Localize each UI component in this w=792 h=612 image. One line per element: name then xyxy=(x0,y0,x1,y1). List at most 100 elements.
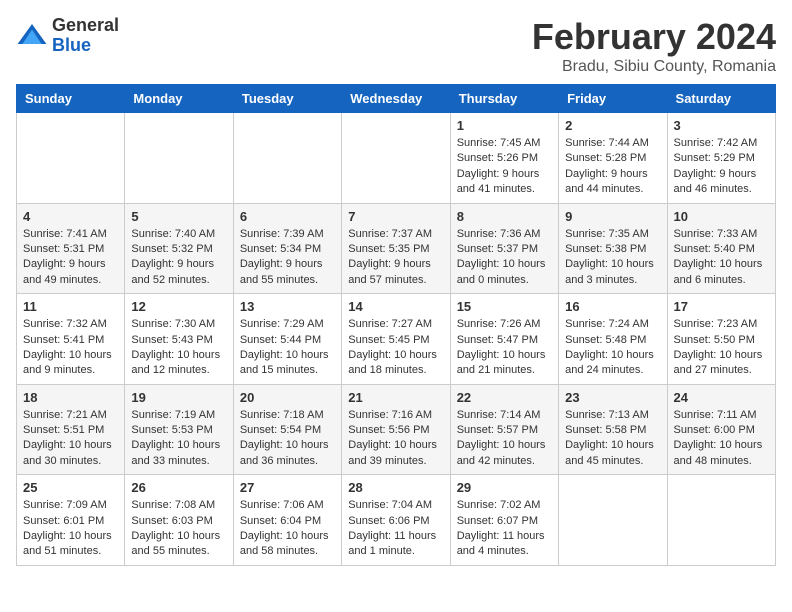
calendar-cell: 23Sunrise: 7:13 AM Sunset: 5:58 PM Dayli… xyxy=(559,384,667,475)
calendar-cell xyxy=(559,475,667,566)
day-number: 20 xyxy=(240,390,335,405)
calendar-header-tuesday: Tuesday xyxy=(233,85,341,113)
calendar-cell: 27 Sunrise: 7:06 AM Sunset: 6:04 PM Dayli… xyxy=(233,475,341,566)
day-number: 3 xyxy=(674,118,769,133)
logo-blue-text: Blue xyxy=(52,36,119,56)
day-number: 22 xyxy=(457,390,552,405)
calendar-cell: 5Sunrise: 7:40 AM Sunset: 5:32 PM Daylig… xyxy=(125,203,233,294)
day-info: Sunrise: 7:29 AM Sunset: 5:44 PM Dayligh… xyxy=(240,317,335,379)
calendar-header-sunday: Sunday xyxy=(17,85,125,113)
day-number: 28 xyxy=(348,480,443,495)
calendar-cell: 29Sunrise: 7:02 AM Sunset: 6:07 PM Dayli… xyxy=(450,475,558,566)
day-number: 23 xyxy=(565,390,660,405)
calendar-cell: 2 Sunrise: 7:44 AM Sunset: 5:28 PM Daylig… xyxy=(559,113,667,204)
location-title: Bradu, Sibiu County, Romania xyxy=(532,58,776,76)
day-info: Sunrise: 7:04 AM Sunset: 6:06 PM Dayligh… xyxy=(348,498,443,560)
header: General Blue February 2024 Bradu, Sibiu … xyxy=(16,16,776,76)
day-info: Sunrise: 7:06 AM Sunset: 6:04 PM Dayligh… xyxy=(240,498,335,560)
logo-text: General Blue xyxy=(52,16,119,56)
day-number: 21 xyxy=(348,390,443,405)
day-info: Sunrise: 7:39 AM Sunset: 5:34 PM Dayligh… xyxy=(240,227,335,289)
day-number: 1 xyxy=(457,118,552,133)
day-number: 18 xyxy=(23,390,118,405)
day-info: Sunrise: 7:42 AM Sunset: 5:29 PM Dayligh… xyxy=(674,136,769,198)
day-info: Sunrise: 7:32 AM Sunset: 5:41 PM Dayligh… xyxy=(23,317,118,379)
day-info: Sunrise: 7:11 AM Sunset: 6:00 PM Dayligh… xyxy=(674,408,769,470)
day-info: Sunrise: 7:36 AM Sunset: 5:37 PM Dayligh… xyxy=(457,227,552,289)
calendar-week-4: 18 Sunrise: 7:21 AM Sunset: 5:51 PM Dayli… xyxy=(17,384,776,475)
day-info: Sunrise: 7:37 AM Sunset: 5:35 PM Dayligh… xyxy=(348,227,443,289)
day-number: 19 xyxy=(131,390,226,405)
calendar-cell: 1 Sunrise: 7:45 AM Sunset: 5:26 PM Daylig… xyxy=(450,113,558,204)
day-info: Sunrise: 7:27 AM Sunset: 5:45 PM Dayligh… xyxy=(348,317,443,379)
logo-general-text: General xyxy=(52,16,119,36)
day-info: Sunrise: 7:45 AM Sunset: 5:26 PM Dayligh… xyxy=(457,136,552,198)
calendar-week-5: 25 Sunrise: 7:09 AM Sunset: 6:01 PM Dayli… xyxy=(17,475,776,566)
day-number: 16 xyxy=(565,299,660,314)
month-title: February 2024 xyxy=(532,16,776,58)
calendar-cell: 6Sunrise: 7:39 AM Sunset: 5:34 PM Daylig… xyxy=(233,203,341,294)
calendar-cell: 28 Sunrise: 7:04 AM Sunset: 6:06 PM Dayli… xyxy=(342,475,450,566)
title-area: February 2024 Bradu, Sibiu County, Roman… xyxy=(532,16,776,76)
calendar-cell: 21Sunrise: 7:16 AM Sunset: 5:56 PM Dayli… xyxy=(342,384,450,475)
calendar-week-2: 4 Sunrise: 7:41 AM Sunset: 5:31 PM Daylig… xyxy=(17,203,776,294)
calendar-cell: 10Sunrise: 7:33 AM Sunset: 5:40 PM Dayli… xyxy=(667,203,775,294)
day-number: 12 xyxy=(131,299,226,314)
calendar-cell: 11 Sunrise: 7:32 AM Sunset: 5:41 PM Dayli… xyxy=(17,294,125,385)
day-number: 11 xyxy=(23,299,118,314)
calendar-header-row: SundayMondayTuesdayWednesdayThursdayFrid… xyxy=(17,85,776,113)
day-number: 9 xyxy=(565,209,660,224)
calendar-cell: 13 Sunrise: 7:29 AM Sunset: 5:44 PM Dayli… xyxy=(233,294,341,385)
day-number: 4 xyxy=(23,209,118,224)
day-info: Sunrise: 7:21 AM Sunset: 5:51 PM Dayligh… xyxy=(23,408,118,470)
calendar-header-monday: Monday xyxy=(125,85,233,113)
day-info: Sunrise: 7:09 AM Sunset: 6:01 PM Dayligh… xyxy=(23,498,118,560)
calendar-cell: 15 Sunrise: 7:26 AM Sunset: 5:47 PM Dayli… xyxy=(450,294,558,385)
calendar-cell xyxy=(342,113,450,204)
day-number: 27 xyxy=(240,480,335,495)
day-info: Sunrise: 7:08 AM Sunset: 6:03 PM Dayligh… xyxy=(131,498,226,560)
day-number: 17 xyxy=(674,299,769,314)
day-number: 7 xyxy=(348,209,443,224)
day-number: 15 xyxy=(457,299,552,314)
day-info: Sunrise: 7:18 AM Sunset: 5:54 PM Dayligh… xyxy=(240,408,335,470)
calendar-cell: 18 Sunrise: 7:21 AM Sunset: 5:51 PM Dayli… xyxy=(17,384,125,475)
calendar-cell xyxy=(17,113,125,204)
calendar-cell: 19 Sunrise: 7:19 AM Sunset: 5:53 PM Dayli… xyxy=(125,384,233,475)
day-info: Sunrise: 7:44 AM Sunset: 5:28 PM Dayligh… xyxy=(565,136,660,198)
day-info: Sunrise: 7:41 AM Sunset: 5:31 PM Dayligh… xyxy=(23,227,118,289)
day-info: Sunrise: 7:19 AM Sunset: 5:53 PM Dayligh… xyxy=(131,408,226,470)
calendar: SundayMondayTuesdayWednesdayThursdayFrid… xyxy=(16,84,776,566)
calendar-header-saturday: Saturday xyxy=(667,85,775,113)
logo-icon xyxy=(16,20,48,52)
calendar-cell xyxy=(125,113,233,204)
calendar-cell: 4 Sunrise: 7:41 AM Sunset: 5:31 PM Daylig… xyxy=(17,203,125,294)
calendar-cell xyxy=(667,475,775,566)
day-info: Sunrise: 7:24 AM Sunset: 5:48 PM Dayligh… xyxy=(565,317,660,379)
day-info: Sunrise: 7:35 AM Sunset: 5:38 PM Dayligh… xyxy=(565,227,660,289)
calendar-week-3: 11 Sunrise: 7:32 AM Sunset: 5:41 PM Dayli… xyxy=(17,294,776,385)
day-number: 8 xyxy=(457,209,552,224)
calendar-header-thursday: Thursday xyxy=(450,85,558,113)
day-number: 29 xyxy=(457,480,552,495)
calendar-cell: 22 Sunrise: 7:14 AM Sunset: 5:57 PM Dayli… xyxy=(450,384,558,475)
logo: General Blue xyxy=(16,16,119,56)
day-number: 2 xyxy=(565,118,660,133)
calendar-cell: 17Sunrise: 7:23 AM Sunset: 5:50 PM Dayli… xyxy=(667,294,775,385)
calendar-cell: 25 Sunrise: 7:09 AM Sunset: 6:01 PM Dayli… xyxy=(17,475,125,566)
day-number: 25 xyxy=(23,480,118,495)
day-info: Sunrise: 7:30 AM Sunset: 5:43 PM Dayligh… xyxy=(131,317,226,379)
calendar-cell: 16 Sunrise: 7:24 AM Sunset: 5:48 PM Dayli… xyxy=(559,294,667,385)
calendar-cell: 12 Sunrise: 7:30 AM Sunset: 5:43 PM Dayli… xyxy=(125,294,233,385)
calendar-cell: 8 Sunrise: 7:36 AM Sunset: 5:37 PM Daylig… xyxy=(450,203,558,294)
day-number: 13 xyxy=(240,299,335,314)
calendar-cell: 14 Sunrise: 7:27 AM Sunset: 5:45 PM Dayli… xyxy=(342,294,450,385)
day-number: 26 xyxy=(131,480,226,495)
day-number: 5 xyxy=(131,209,226,224)
calendar-header-friday: Friday xyxy=(559,85,667,113)
day-number: 24 xyxy=(674,390,769,405)
day-number: 14 xyxy=(348,299,443,314)
day-number: 10 xyxy=(674,209,769,224)
day-info: Sunrise: 7:14 AM Sunset: 5:57 PM Dayligh… xyxy=(457,408,552,470)
day-info: Sunrise: 7:26 AM Sunset: 5:47 PM Dayligh… xyxy=(457,317,552,379)
